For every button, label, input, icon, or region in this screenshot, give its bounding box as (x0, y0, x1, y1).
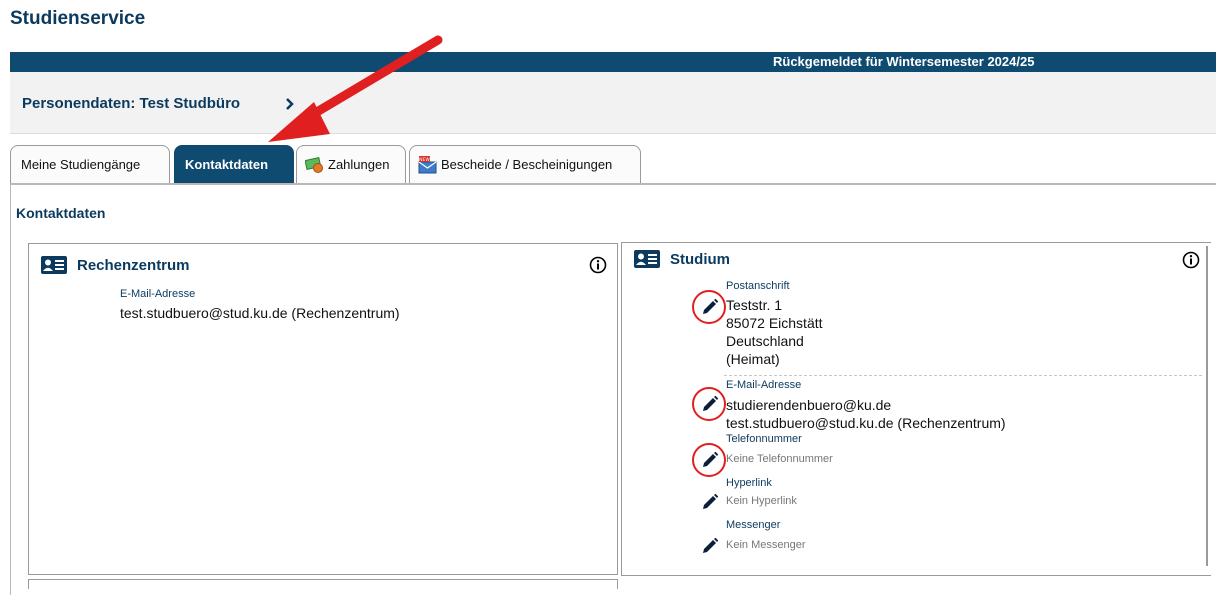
card-studium-header: Studium (634, 250, 730, 268)
pencil-icon[interactable] (701, 395, 719, 413)
card-next (28, 579, 618, 589)
pencil-icon[interactable] (701, 537, 719, 555)
person-label[interactable]: Personendaten: Test Studbüro (22, 95, 240, 112)
tab-bescheide[interactable]: NEW Bescheide / Bescheinigungen (409, 145, 641, 183)
contact-card-icon (634, 250, 660, 268)
phone-value: Keine Telefonnummer (726, 453, 833, 465)
divider (724, 375, 1202, 376)
email-value: test.studbuero@stud.ku.de (Rechenzentrum… (120, 305, 400, 321)
address-line: (Heimat) (726, 351, 780, 367)
card-rechenzentrum-header: Rechenzentrum (41, 256, 190, 274)
email-label: E-Mail-Adresse (726, 379, 802, 391)
address-line: Teststr. 1 (726, 297, 783, 313)
person-bar[interactable]: Personendaten: Test Studbüro (10, 72, 1216, 134)
info-icon[interactable] (589, 256, 607, 274)
status-bar: Rückgemeldet für Wintersemester 2024/25 (10, 52, 1216, 72)
pencil-icon[interactable] (701, 451, 719, 469)
card-title: Rechenzentrum (77, 256, 190, 274)
email-value: test.studbuero@stud.ku.de (Rechenzentrum… (726, 415, 1006, 431)
messenger-label: Messenger (726, 519, 781, 531)
hyperlink-label: Hyperlink (726, 477, 772, 489)
pencil-icon[interactable] (701, 493, 719, 511)
hyperlink-value: Kein Hyperlink (726, 495, 797, 507)
annotation-arrow (268, 35, 443, 142)
card-rechenzentrum (28, 243, 618, 575)
scrollbar[interactable] (1206, 246, 1208, 566)
email-label: E-Mail-Adresse (120, 288, 196, 300)
postanschrift-label: Postanschrift (726, 280, 790, 292)
tab-label: Kontaktdaten (185, 157, 269, 172)
card-title: Studium (670, 250, 730, 268)
svg-text:NEW: NEW (419, 157, 430, 163)
phone-label: Telefonnummer (726, 433, 802, 445)
pencil-icon[interactable] (701, 298, 719, 316)
info-icon[interactable] (1182, 251, 1200, 269)
new-mail-icon: NEW (418, 155, 437, 173)
status-text: Rückgemeldet für Wintersemester 2024/25 (773, 54, 1035, 69)
address-line: 85072 Eichstätt (726, 315, 823, 331)
money-icon (305, 156, 323, 173)
tab-label: Zahlungen (328, 157, 390, 172)
messenger-value: Kein Messenger (726, 539, 806, 551)
tab-label: Bescheide / Bescheinigungen (441, 157, 613, 172)
page-title: Studienservice (10, 8, 146, 29)
tab-zahlungen[interactable]: Zahlungen (296, 145, 406, 183)
address-line: Deutschland (726, 333, 804, 349)
tab-meine-studiengaenge[interactable]: Meine Studiengänge (10, 145, 170, 183)
contact-card-icon (41, 256, 67, 274)
tab-kontaktdaten[interactable]: Kontaktdaten (174, 145, 294, 183)
section-title: Kontaktdaten (16, 205, 106, 221)
tab-label: Meine Studiengänge (21, 157, 141, 172)
email-value: studierendenbuero@ku.de (726, 397, 892, 413)
